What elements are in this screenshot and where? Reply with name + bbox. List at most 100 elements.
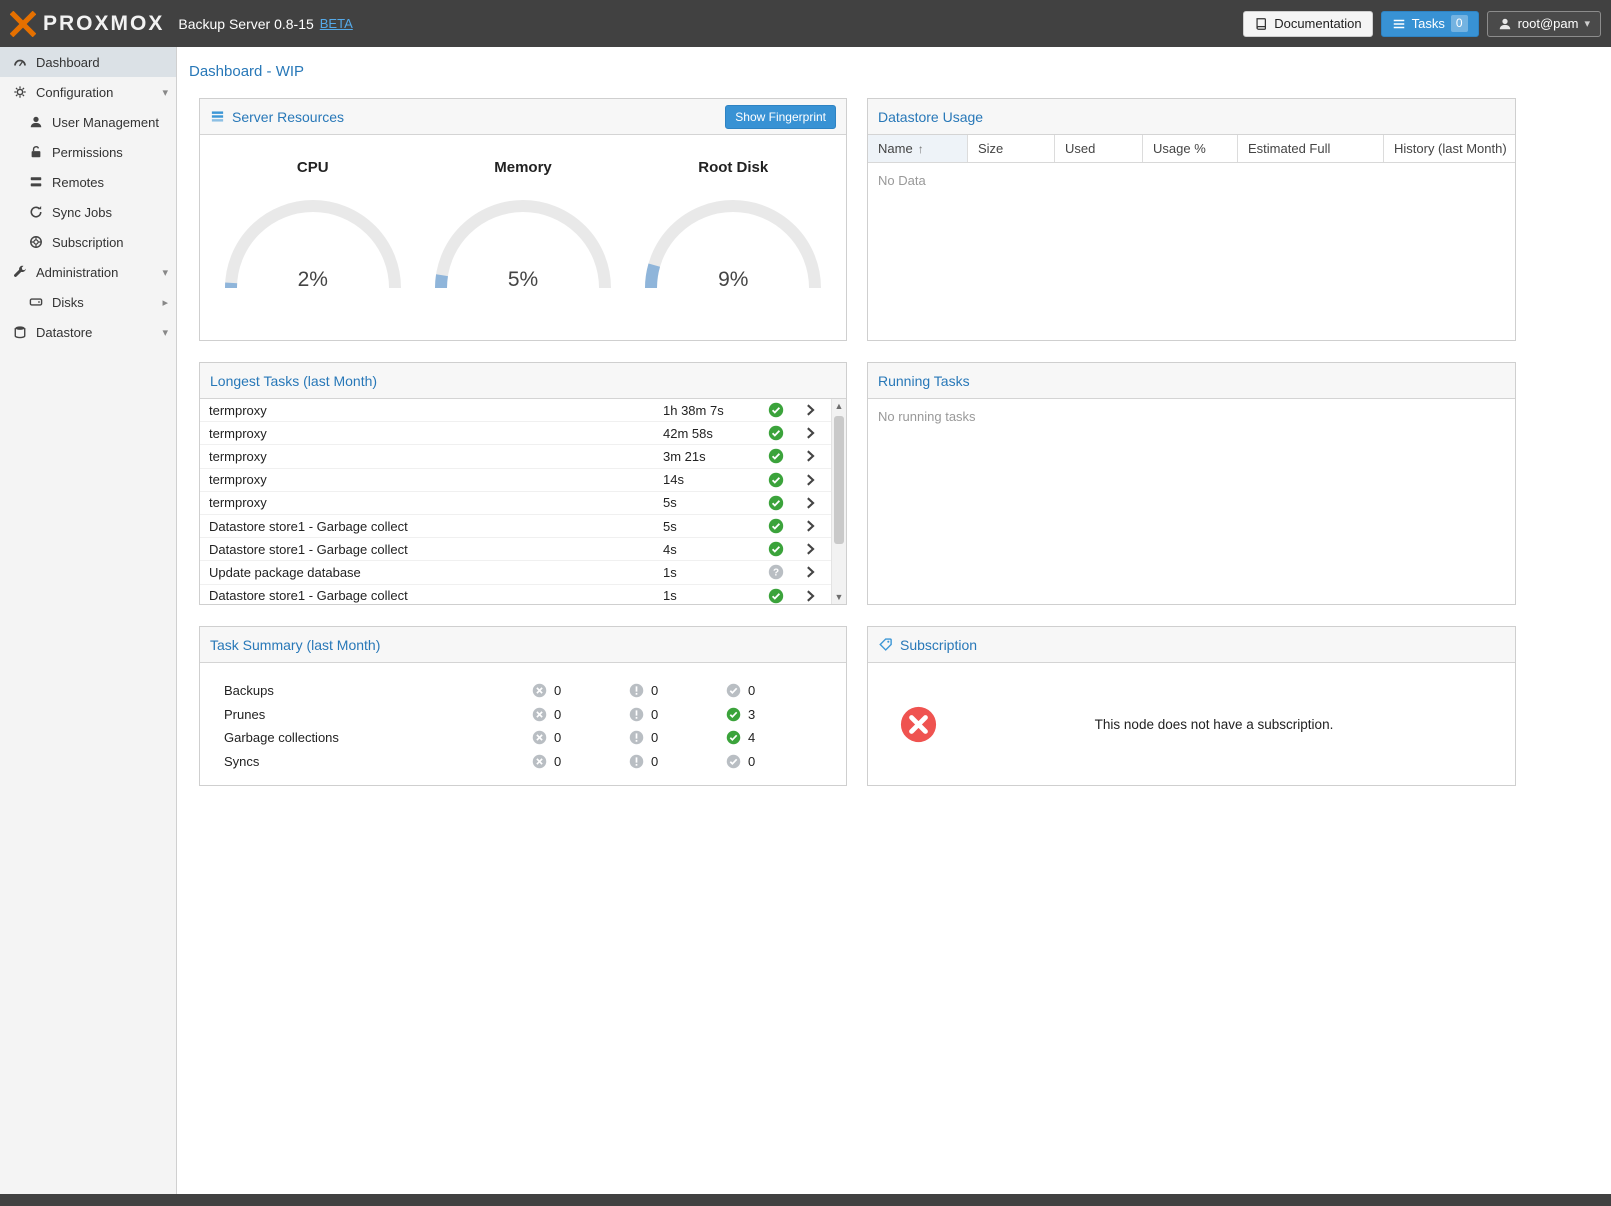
tasks-label: Tasks (1412, 16, 1445, 31)
book-icon (1254, 17, 1268, 31)
documentation-button[interactable]: Documentation (1243, 11, 1372, 37)
task-row[interactable]: termproxy 42m 58s (200, 422, 846, 445)
ok-count: 0 (748, 754, 755, 769)
column-header-history[interactable]: History (last Month) (1384, 135, 1515, 162)
status-ok-icon (763, 495, 789, 511)
sidebar-item-dashboard[interactable]: Dashboard (0, 47, 176, 77)
beta-link[interactable]: BETA (320, 16, 353, 31)
column-header-estimated-full[interactable]: Estimated Full (1238, 135, 1384, 162)
sidebar: Dashboard Configuration ▾ User Managemen… (0, 47, 177, 1194)
sidebar-item-remotes[interactable]: Remotes (0, 167, 176, 197)
sidebar-item-configuration[interactable]: Configuration ▾ (0, 77, 176, 107)
error-count-icon (532, 683, 547, 698)
user-label: root@pam (1518, 16, 1579, 31)
tasks-count-badge: 0 (1451, 15, 1468, 32)
sidebar-item-label: Dashboard (36, 55, 100, 70)
subscription-message: This node does not have a subscription. (937, 717, 1491, 732)
sidebar-item-label: Sync Jobs (52, 205, 112, 220)
proxmox-logo: PROXMOX (10, 11, 164, 37)
chevron-right-icon[interactable] (789, 426, 831, 440)
task-list: termproxy 1h 38m 7s termproxy 42m 58s (200, 399, 846, 604)
show-fingerprint-button[interactable]: Show Fingerprint (725, 105, 836, 129)
error-count: 0 (554, 707, 561, 722)
chevron-right-icon[interactable] (789, 519, 831, 533)
gauge-value: 5% (433, 268, 613, 292)
server-icon (28, 174, 44, 190)
chevron-right-icon[interactable] (789, 496, 831, 510)
task-list-icon (1392, 17, 1406, 31)
running-tasks-panel: Running Tasks No running tasks (867, 362, 1516, 605)
chevron-right-icon[interactable] (789, 565, 831, 579)
error-count-icon (532, 707, 547, 722)
task-row[interactable]: termproxy 1h 38m 7s (200, 399, 846, 422)
chevron-right-icon[interactable] (789, 589, 831, 603)
task-duration: 42m 58s (663, 426, 763, 441)
sidebar-item-permissions[interactable]: Permissions (0, 137, 176, 167)
task-duration: 5s (663, 519, 763, 534)
panel-title: Longest Tasks (last Month) (210, 373, 377, 389)
longest-tasks-panel: Longest Tasks (last Month) termproxy 1h … (199, 362, 847, 605)
summary-row: Backups 0 0 0 (200, 679, 846, 703)
user-menu-button[interactable]: root@pam ▾ (1487, 11, 1601, 37)
task-name: termproxy (209, 403, 663, 418)
sidebar-item-administration[interactable]: Administration ▾ (0, 257, 176, 287)
summary-row: Syncs 0 0 0 (200, 750, 846, 774)
panel-title: Running Tasks (878, 373, 970, 389)
datastore-usage-panel: Datastore Usage Name↑ Size Used Usage % … (867, 98, 1516, 341)
ok-count: 0 (748, 683, 755, 698)
root-disk-gauge: Root Disk 9% (636, 159, 831, 292)
task-duration: 5s (663, 495, 763, 510)
task-row[interactable]: Update package database 1s ? (200, 561, 846, 584)
task-row[interactable]: Datastore store1 - Garbage collect 5s (200, 515, 846, 538)
summary-label: Prunes (200, 707, 532, 722)
chevron-right-icon[interactable] (789, 542, 831, 556)
sidebar-item-user-management[interactable]: User Management (0, 107, 176, 137)
tags-icon (878, 637, 893, 652)
task-duration: 1s (663, 588, 763, 603)
warning-count-icon (629, 754, 644, 769)
column-header-size[interactable]: Size (968, 135, 1055, 162)
task-row[interactable]: termproxy 3m 21s (200, 445, 846, 468)
task-name: Datastore store1 - Garbage collect (209, 542, 663, 557)
chevron-right-icon[interactable] (789, 449, 831, 463)
gauge-value: 2% (223, 268, 403, 292)
summary-row: Garbage collections 0 0 4 (200, 726, 846, 750)
wrench-icon (12, 264, 28, 280)
task-duration: 4s (663, 542, 763, 557)
error-count-icon (532, 730, 547, 745)
task-row[interactable]: Datastore store1 - Garbage collect 1s (200, 585, 846, 605)
database-icon (12, 324, 28, 340)
scroll-up-arrow[interactable]: ▲ (832, 399, 846, 413)
scrollbar-thumb[interactable] (834, 416, 844, 544)
task-row[interactable]: Datastore store1 - Garbage collect 4s (200, 538, 846, 561)
column-header-name[interactable]: Name↑ (868, 135, 968, 162)
sidebar-item-label: Subscription (52, 235, 124, 250)
task-row[interactable]: termproxy 5s (200, 492, 846, 515)
main-content: Dashboard - WIP Server Resources Show Fi… (177, 47, 1611, 1194)
scroll-down-arrow[interactable]: ▼ (832, 590, 846, 604)
sidebar-item-label: Datastore (36, 325, 92, 340)
chevron-right-icon[interactable] (789, 403, 831, 417)
sidebar-item-disks[interactable]: Disks ▸ (0, 287, 176, 317)
column-header-used[interactable]: Used (1055, 135, 1143, 162)
summary-label: Garbage collections (200, 730, 532, 745)
sidebar-item-label: Permissions (52, 145, 123, 160)
task-duration: 3m 21s (663, 449, 763, 464)
chevron-right-icon[interactable] (789, 473, 831, 487)
vertical-scrollbar[interactable]: ▲ ▼ (831, 399, 846, 604)
tasks-button[interactable]: Tasks 0 (1381, 11, 1479, 37)
column-header-usage-pct[interactable]: Usage % (1143, 135, 1238, 162)
sidebar-item-datastore[interactable]: Datastore ▾ (0, 317, 176, 347)
ok-count-icon (726, 754, 741, 769)
caret-down-icon: ▾ (162, 266, 168, 279)
panel-title: Datastore Usage (878, 109, 983, 125)
task-duration: 14s (663, 472, 763, 487)
task-row[interactable]: termproxy 14s (200, 469, 846, 492)
no-subscription-icon (900, 706, 937, 743)
status-ok-icon (763, 402, 789, 418)
error-count-icon (532, 754, 547, 769)
sidebar-item-sync-jobs[interactable]: Sync Jobs (0, 197, 176, 227)
product-version: Backup Server 0.8-15 (178, 16, 313, 32)
task-name: Datastore store1 - Garbage collect (209, 588, 663, 603)
sidebar-item-subscription[interactable]: Subscription (0, 227, 176, 257)
